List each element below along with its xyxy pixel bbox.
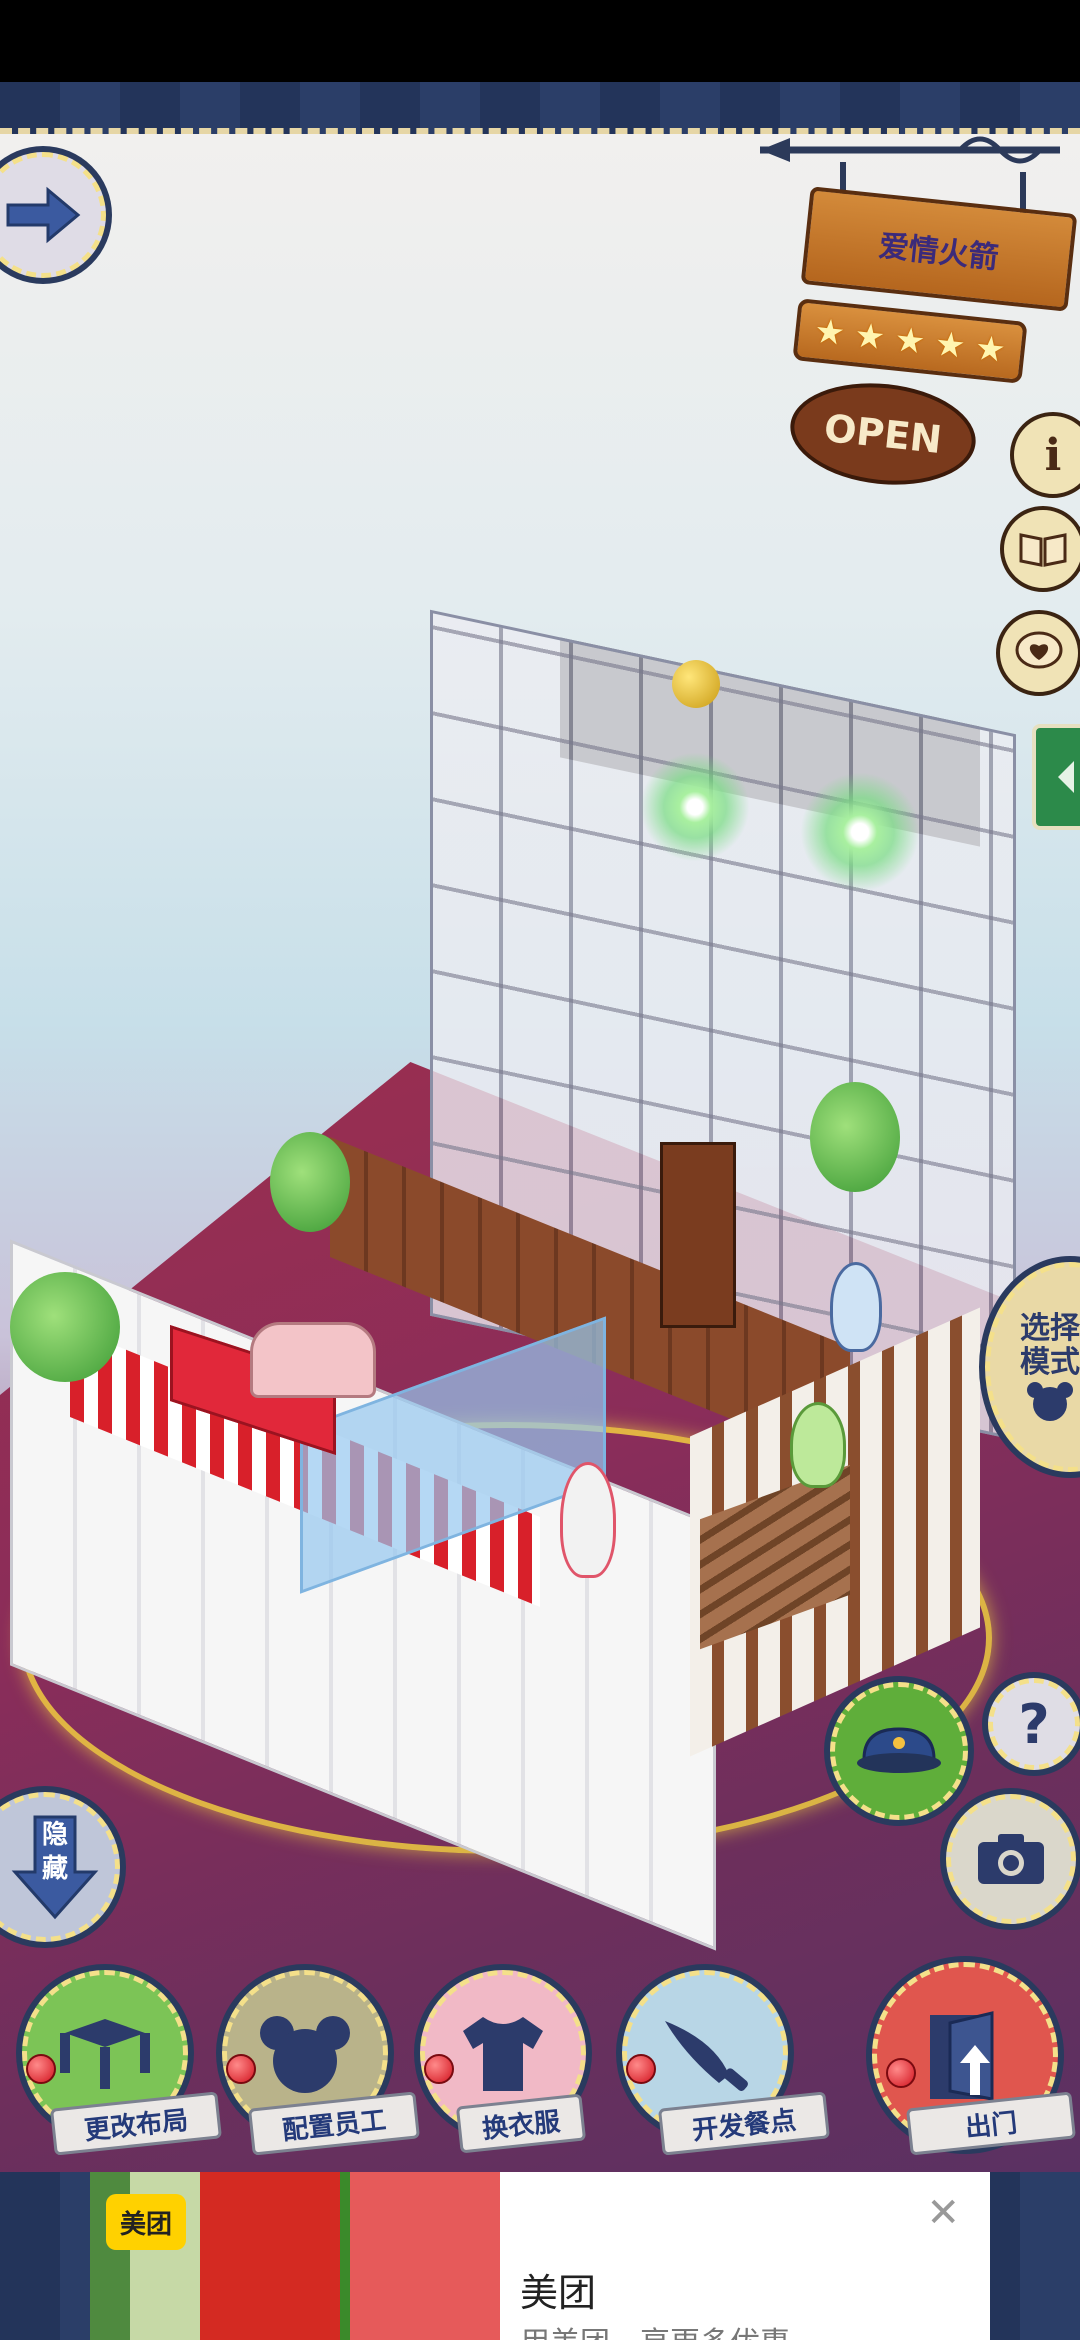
- firework-decoration: [640, 752, 750, 862]
- tree-decoration: [10, 1272, 120, 1382]
- bear-head-icon: [1027, 1382, 1073, 1421]
- restaurant-name: 爱情火箭: [877, 228, 1001, 277]
- recipe-book-button[interactable]: [1000, 506, 1080, 592]
- ad-banner[interactable]: 美团 美团 用美团，享更多优惠 ✕: [0, 2172, 1080, 2340]
- speaker-furniture[interactable]: [660, 1142, 736, 1328]
- hide-label: 隐 藏: [41, 1820, 68, 1884]
- knife-icon: [665, 2021, 748, 2091]
- side-panel-tab[interactable]: [1032, 724, 1080, 830]
- info-icon: i: [1044, 429, 1062, 481]
- staff-character[interactable]: [790, 1402, 846, 1488]
- top-border-decoration: [0, 82, 1080, 134]
- meituan-logo: 美团: [106, 2194, 186, 2250]
- close-icon[interactable]: ✕: [926, 2190, 960, 2236]
- ad-card[interactable]: 美团 美团 用美团，享更多优惠 ✕: [90, 2172, 990, 2340]
- game-scene[interactable]: 爱情火箭 ★ ★ ★ ★ ★ OPEN i 选择 模式 隐 藏 ? 更改布局 配…: [0, 82, 1080, 2172]
- pin-icon: [886, 2058, 916, 2088]
- tree-decoration: [270, 1132, 350, 1232]
- book-icon: [1019, 533, 1067, 567]
- camera-button[interactable]: [946, 1794, 1076, 1924]
- staff-character[interactable]: [830, 1262, 882, 1352]
- star-icon: ★: [973, 327, 1008, 371]
- ad-title: 美团: [520, 2271, 597, 2315]
- tree-decoration: [810, 1082, 900, 1192]
- star-icon: ★: [892, 319, 928, 363]
- heart-bubble-icon: [1015, 631, 1063, 669]
- status-bar: [0, 0, 1080, 82]
- select-mode-label: 选择 模式: [1020, 1311, 1080, 1380]
- table-icon: [60, 2019, 150, 2089]
- ad-logo-text: 美团: [119, 2209, 172, 2240]
- arrow-right-icon: [6, 186, 81, 244]
- door-exit-icon: [930, 2011, 994, 2101]
- open-sign[interactable]: OPEN: [785, 374, 981, 494]
- restaurant-name-sign[interactable]: 爱情火箭: [800, 186, 1078, 312]
- help-icon: ?: [1018, 1692, 1050, 1756]
- pin-icon: [626, 2054, 656, 2084]
- firework-decoration: [800, 772, 920, 892]
- pink-sofa[interactable]: [250, 1322, 376, 1398]
- hat-icon: [857, 1727, 941, 1773]
- moon-lamp: [672, 660, 720, 708]
- open-status: OPEN: [822, 405, 944, 463]
- back-arrow-button[interactable]: [0, 152, 106, 278]
- staff-character[interactable]: [560, 1462, 616, 1578]
- pin-icon: [26, 2054, 56, 2084]
- sign-bracket-icon: [760, 136, 1060, 164]
- rating-stars: ★ ★ ★ ★ ★: [792, 298, 1028, 384]
- star-icon: ★: [812, 311, 847, 355]
- tshirt-icon: [463, 2017, 543, 2091]
- pin-icon: [226, 2054, 256, 2084]
- help-button[interactable]: ?: [988, 1678, 1080, 1770]
- star-icon: ★: [932, 323, 968, 367]
- favorite-button[interactable]: [996, 610, 1080, 696]
- uniform-hat-button[interactable]: [830, 1682, 968, 1820]
- camera-icon: [978, 1834, 1044, 1884]
- chevron-left-icon: [1058, 761, 1074, 793]
- info-button[interactable]: i: [1010, 412, 1080, 498]
- ad-subtitle: 用美团，享更多优惠: [520, 2318, 790, 2340]
- bear-head-icon: [260, 2016, 350, 2093]
- pin-icon: [424, 2054, 454, 2084]
- star-icon: ★: [852, 315, 888, 359]
